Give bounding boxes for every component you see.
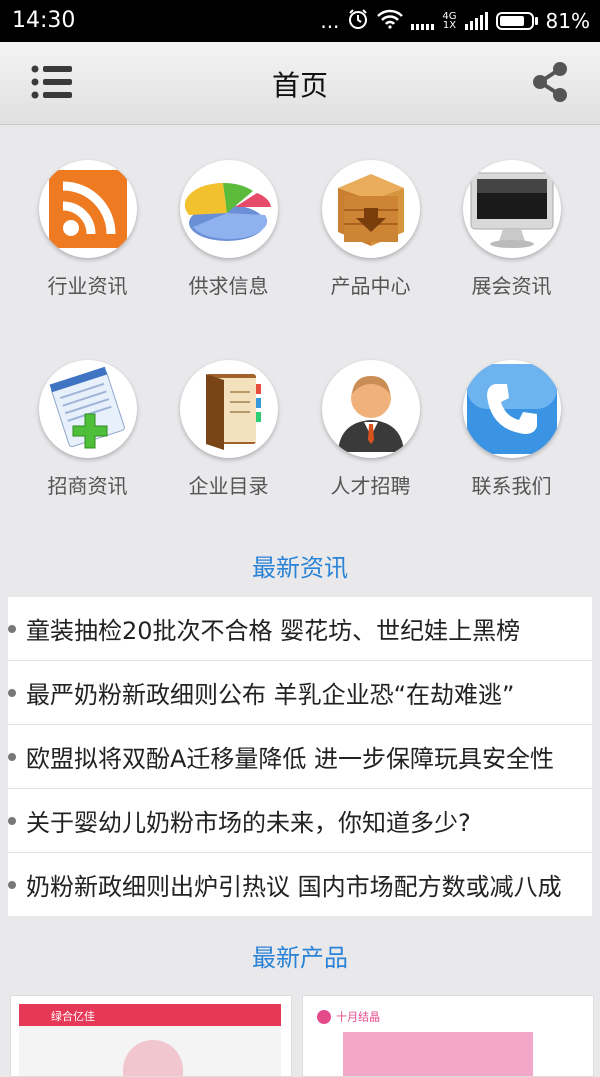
bullet-icon bbox=[8, 881, 16, 889]
grid-item-company-directory[interactable]: 企业目录 bbox=[158, 360, 299, 499]
news-section-title: 最新资讯 bbox=[252, 554, 348, 582]
news-title: 最严奶粉新政细则公布 羊乳企业恐“在劫难逃” bbox=[26, 681, 515, 709]
news-item[interactable]: 童装抽检20批次不合格 婴花坊、世纪娃上黑榜 bbox=[8, 597, 592, 661]
grid-label: 行业资讯 bbox=[47, 274, 128, 298]
more-dots: ... bbox=[320, 9, 340, 33]
grid-item-industry-news[interactable]: 行业资讯 bbox=[17, 160, 158, 299]
page-title: 首页 bbox=[271, 69, 328, 102]
bullet-icon bbox=[8, 625, 16, 633]
news-item[interactable]: 奶粉新政细则出炉引热议 国内市场配方数或减八成 bbox=[8, 853, 592, 916]
products-section-title: 最新产品 bbox=[252, 944, 348, 972]
bullet-icon bbox=[8, 753, 16, 761]
grid-label: 人才招聘 bbox=[330, 474, 411, 498]
battery-icon bbox=[495, 12, 538, 30]
brand-logo: 十月结晶 bbox=[317, 1006, 380, 1028]
product-image bbox=[343, 1032, 533, 1076]
status-bar: 14:30 ... 4G 1X 81% bbox=[0, 0, 600, 42]
news-title: 童装抽检20批次不合格 婴花坊、世纪娃上黑榜 bbox=[26, 617, 521, 645]
book-icon bbox=[179, 360, 278, 458]
pie-chart-icon bbox=[179, 160, 278, 258]
news-title: 关于婴幼儿奶粉市场的未来，你知道多少? bbox=[26, 809, 471, 837]
grid-label: 展会资讯 bbox=[471, 274, 552, 298]
grid-label: 招商资讯 bbox=[47, 474, 128, 498]
grid-item-contact-us[interactable]: 联系我们 bbox=[441, 360, 582, 499]
product-card[interactable]: 十月结晶 bbox=[302, 995, 594, 1077]
notepad-add-icon bbox=[38, 360, 137, 458]
brand-logo-text: 十月结晶 bbox=[336, 1010, 381, 1024]
news-title: 奶粉新政细则出炉引热议 国内市场配方数或减八成 bbox=[26, 873, 562, 901]
news-list: 童装抽检20批次不合格 婴花坊、世纪娃上黑榜 最严奶粉新政细则公布 羊乳企业恐“… bbox=[8, 597, 592, 916]
crate-icon bbox=[321, 160, 420, 258]
product-image bbox=[19, 1026, 281, 1076]
signal-icon-1 bbox=[411, 12, 435, 30]
person-icon bbox=[321, 360, 420, 458]
battery-level: 81% bbox=[545, 9, 590, 33]
wifi-icon bbox=[377, 9, 404, 34]
share-button[interactable] bbox=[530, 60, 570, 104]
news-item[interactable]: 关于婴幼儿奶粉市场的未来，你知道多少? bbox=[8, 789, 592, 853]
bullet-icon bbox=[8, 817, 16, 825]
network-type: 4G 1X bbox=[442, 11, 457, 31]
status-time: 14:30 bbox=[12, 8, 76, 33]
status-icons: ... 4G 1X 81% bbox=[320, 8, 590, 34]
news-item[interactable]: 最严奶粉新政细则公布 羊乳企业恐“在劫难逃” bbox=[8, 661, 592, 725]
news-item[interactable]: 欧盟拟将双酚A迁移量降低 进一步保障玩具安全性 bbox=[8, 725, 592, 789]
product-card[interactable]: 绿合亿佳 bbox=[10, 995, 292, 1077]
grid-label: 产品中心 bbox=[330, 274, 411, 298]
brand-banner: 绿合亿佳 bbox=[19, 1004, 281, 1026]
grid-label: 供求信息 bbox=[188, 274, 269, 298]
grid-item-supply-demand[interactable]: 供求信息 bbox=[158, 160, 299, 299]
share-icon bbox=[533, 62, 567, 102]
grid-label: 企业目录 bbox=[188, 474, 269, 498]
grid-item-exhibition-news[interactable]: 展会资讯 bbox=[441, 160, 582, 299]
news-title: 欧盟拟将双酚A迁移量降低 进一步保障玩具安全性 bbox=[26, 745, 555, 773]
bullet-icon bbox=[8, 689, 16, 697]
signal-icon-2 bbox=[464, 12, 488, 30]
grid-label: 联系我们 bbox=[471, 474, 552, 498]
grid-item-product-center[interactable]: 产品中心 bbox=[300, 160, 441, 299]
phone-icon bbox=[462, 360, 561, 458]
alarm-icon bbox=[347, 8, 369, 35]
grid-item-recruitment[interactable]: 人才招聘 bbox=[300, 360, 441, 499]
grid-item-investment-news[interactable]: 招商资讯 bbox=[17, 360, 158, 499]
app-bar: 首页 bbox=[0, 42, 600, 125]
brand-logo-text: 绿合亿佳 bbox=[51, 1010, 95, 1023]
monitor-icon bbox=[462, 160, 561, 258]
rss-icon bbox=[38, 160, 137, 258]
